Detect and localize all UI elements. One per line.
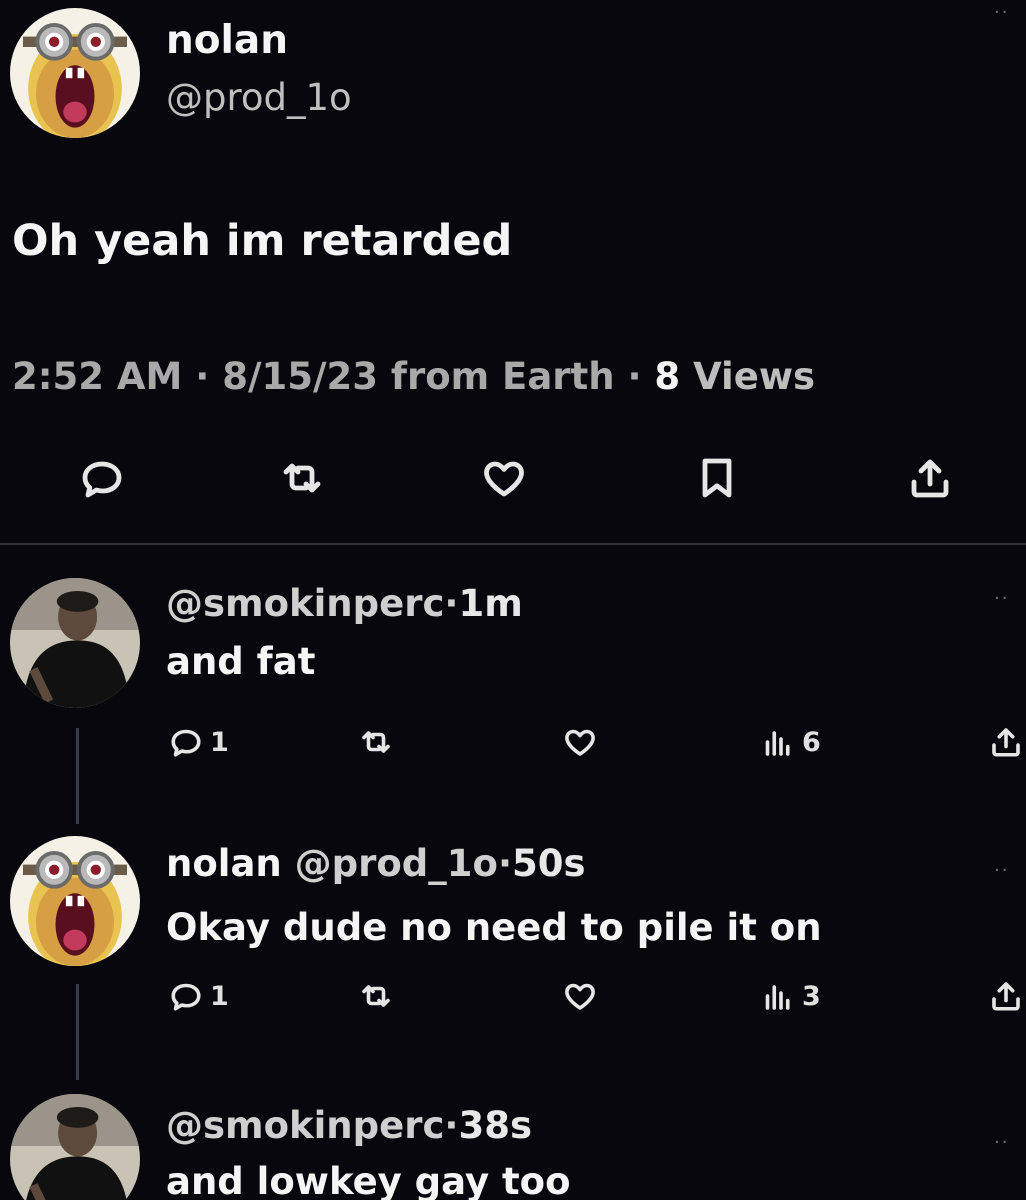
reply-button[interactable] <box>72 448 132 508</box>
share-button[interactable] <box>900 448 960 508</box>
meta-separator: · <box>627 355 642 398</box>
reply-time[interactable]: 1m <box>458 582 522 625</box>
like-icon <box>565 983 595 1010</box>
views-count: 6 <box>802 726 821 758</box>
reply-icon <box>171 729 201 757</box>
reply-text: Okay dude no need to pile it on <box>166 906 822 949</box>
bookmark-button[interactable] <box>687 448 747 508</box>
reply-header: nolan @prod_1o·50s <box>166 842 586 885</box>
main-tweet-meta: 2:52 AM · 8/15/23 from Earth · 8 Views <box>12 355 815 398</box>
reply-handle[interactable]: @prod_1o <box>295 842 498 885</box>
share-icon <box>911 459 949 498</box>
header-separator: · <box>497 842 513 885</box>
retweet-button[interactable] <box>358 978 394 1014</box>
views-count: 8 <box>654 355 681 398</box>
reply-text: and fat <box>166 640 316 683</box>
reply-icon <box>171 983 201 1011</box>
more-options-icon[interactable]: ·· <box>994 4 1009 22</box>
reply-time[interactable]: 38s <box>458 1104 532 1147</box>
like-icon <box>565 729 595 756</box>
reply-header: @smokinperc·38s <box>166 1104 532 1147</box>
header-separator: · <box>444 1104 459 1147</box>
reply-text: and lowkey gay too <box>166 1160 571 1200</box>
header-separator: · <box>444 582 459 625</box>
retweet-icon <box>362 985 390 1007</box>
main-tweet-text: Oh yeah im retarded <box>12 216 513 266</box>
retweet-icon <box>362 731 390 753</box>
thread-line <box>76 984 79 1080</box>
meta-separator: · <box>195 355 210 398</box>
minion-avatar[interactable] <box>10 8 140 138</box>
views-label: Views <box>693 355 816 398</box>
divider <box>0 543 1026 545</box>
analytics-icon <box>765 985 790 1010</box>
share-button[interactable] <box>988 978 1024 1014</box>
retweet-button[interactable] <box>272 448 332 508</box>
tweet-thread-screenshot: nolan @prod_1o ·· Oh yeah im retarded 2:… <box>0 0 1026 1200</box>
reply-count: 1 <box>210 726 229 758</box>
retweet-button[interactable] <box>358 724 394 760</box>
reply-handle[interactable]: @smokinperc <box>166 1104 444 1147</box>
like-icon <box>484 461 524 497</box>
like-button[interactable] <box>474 448 534 508</box>
minion-avatar[interactable] <box>10 836 140 966</box>
like-button[interactable] <box>562 978 598 1014</box>
reply-count-button[interactable]: 1 <box>168 978 229 1014</box>
analytics-icon <box>765 731 790 756</box>
main-tweet-name[interactable]: nolan <box>166 18 288 63</box>
reply-header: @smokinperc·1m <box>166 582 523 625</box>
main-tweet-handle[interactable]: @prod_1o <box>166 76 352 119</box>
person-avatar[interactable] <box>10 1094 140 1200</box>
share-button[interactable] <box>988 724 1024 760</box>
views-button[interactable]: 3 <box>760 978 821 1014</box>
share-icon <box>992 982 1020 1011</box>
more-options-icon[interactable]: ·· <box>994 1134 1009 1152</box>
more-options-icon[interactable]: ·· <box>994 590 1009 608</box>
tweet-date[interactable]: 8/15/23 from Earth <box>222 355 614 398</box>
reply-count-button[interactable]: 1 <box>168 724 229 760</box>
share-icon <box>992 728 1020 757</box>
thread-line <box>76 728 79 824</box>
person-avatar[interactable] <box>10 578 140 708</box>
views-button[interactable]: 6 <box>760 724 821 760</box>
reply-name[interactable]: nolan <box>166 842 282 885</box>
retweet-icon <box>283 463 321 493</box>
bookmark-icon <box>702 458 732 498</box>
reply-icon <box>82 461 122 498</box>
reply-count: 1 <box>210 980 229 1012</box>
tweet-time[interactable]: 2:52 AM <box>12 355 182 398</box>
reply-time[interactable]: 50s <box>512 842 586 885</box>
like-button[interactable] <box>562 724 598 760</box>
views-count: 3 <box>802 980 821 1012</box>
more-options-icon[interactable]: ·· <box>994 862 1009 880</box>
reply-handle[interactable]: @smokinperc <box>166 582 444 625</box>
